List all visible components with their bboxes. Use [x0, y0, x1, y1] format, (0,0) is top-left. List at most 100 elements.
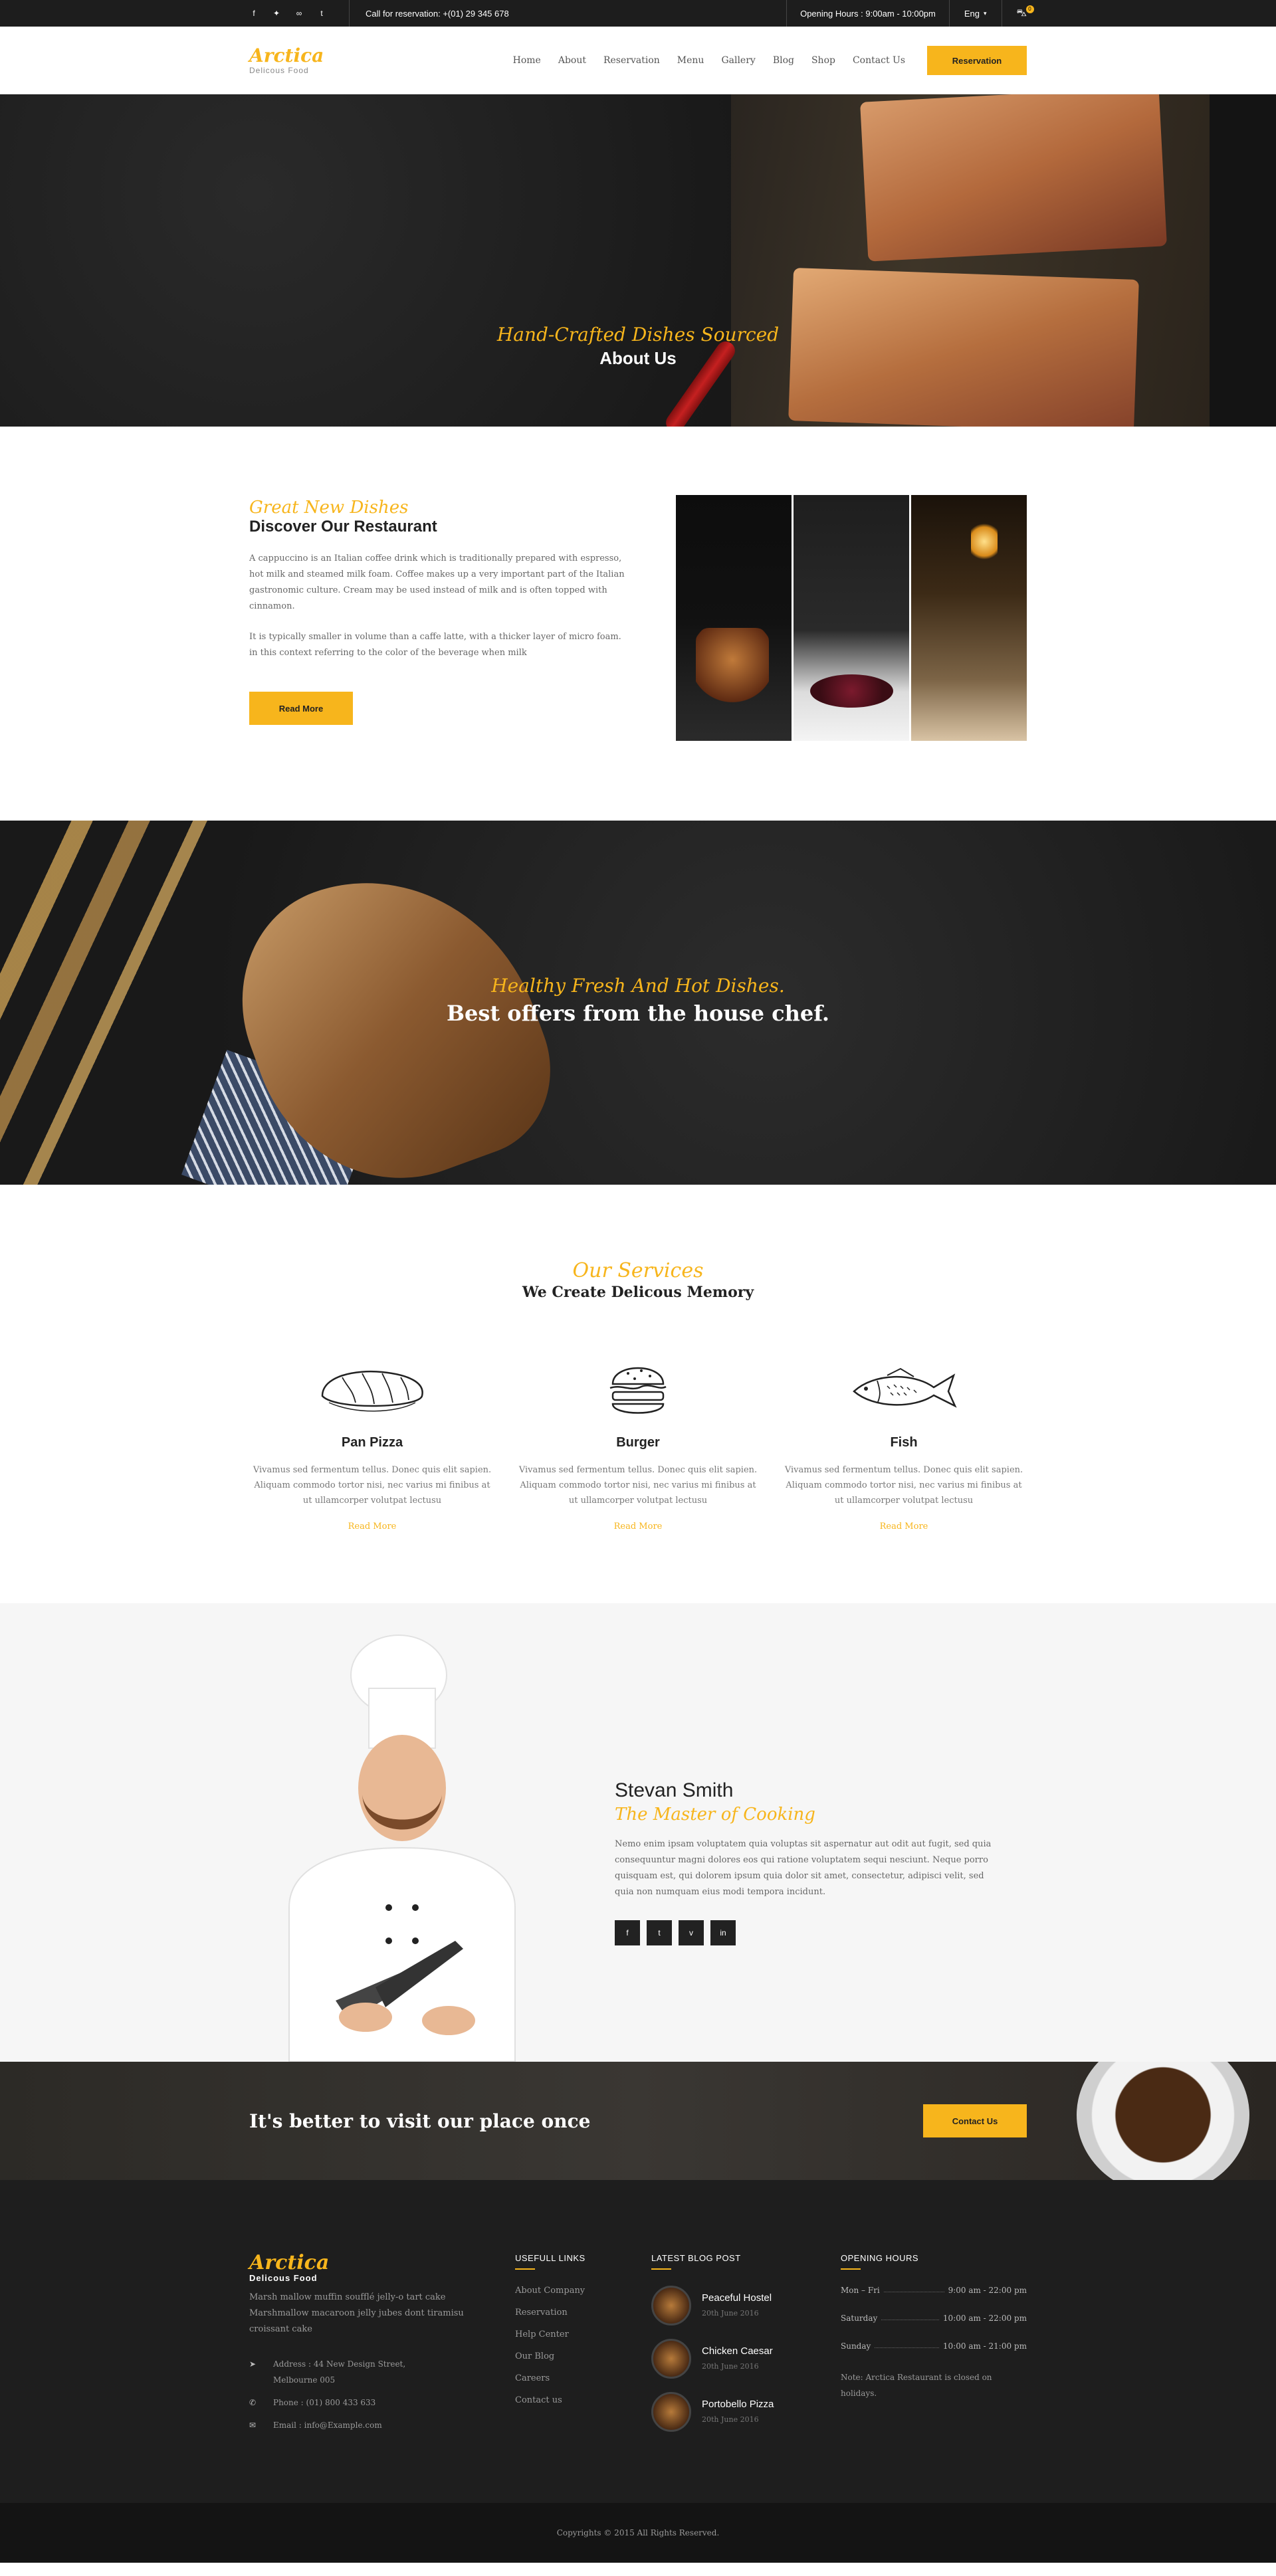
about-gallery	[676, 495, 1027, 741]
chef-photo	[288, 1635, 516, 2062]
footer-link[interactable]: Careers	[515, 2373, 651, 2383]
nav-blog[interactable]: Blog	[764, 55, 803, 66]
facebook-icon[interactable]: f	[615, 1920, 640, 1945]
about-paragraph: It is typically smaller in volume than a…	[249, 632, 621, 658]
offers-title: Best offers from the house chef.	[446, 1001, 830, 1026]
footer-contact: ➤ Address : 44 New Design Street, Melbour…	[249, 2356, 515, 2433]
hours-row: Mon – Fri 9:00 am - 22:00 pm	[841, 2286, 1027, 2295]
top-social-links: f ✦ ∞ t	[249, 0, 350, 27]
hours-day: Mon – Fri	[841, 2286, 880, 2295]
hours-day: Sunday	[841, 2341, 871, 2351]
nav-reservation[interactable]: Reservation	[595, 55, 669, 66]
footer-link[interactable]: Reservation	[515, 2308, 651, 2318]
post-title: Chicken Caesar	[702, 2345, 773, 2357]
cart-count-badge: 0	[1025, 5, 1034, 13]
service-text: Vivamus sed fermentum tellus. Donec quis…	[518, 1465, 758, 1506]
blog-post-item[interactable]: Portobello Pizza 20th June 2016	[651, 2392, 841, 2432]
main-nav: Home About Reservation Menu Gallery Blog…	[504, 46, 1027, 75]
coffee-cup-image	[1077, 2062, 1249, 2180]
offers-subtitle: Healthy Fresh And Hot Dishes.	[491, 975, 785, 997]
footer-logo-tagline: Delicous Food	[249, 2273, 318, 2283]
read-more-button[interactable]: Read More	[249, 692, 353, 725]
about-title: Discover Our Restaurant	[249, 518, 437, 536]
hero-banner: Hand-Crafted Dishes Sourced About Us	[0, 94, 1276, 427]
offers-banner: Healthy Fresh And Hot Dishes. Best offer…	[0, 821, 1276, 1185]
twitter-icon[interactable]: t	[647, 1920, 672, 1945]
post-thumbnail	[651, 2339, 691, 2379]
hours-heading: OPENING HOURS	[841, 2253, 1027, 2270]
visit-banner: It's better to visit our place once Cont…	[0, 2062, 1276, 2180]
opening-hours: Opening Hours : 9:00am - 10:00pm	[786, 0, 950, 27]
post-date: 20th June 2016	[702, 2309, 759, 2318]
site-header: Arctica Delicous Food Home About Reserva…	[0, 27, 1276, 94]
page-title: About Us	[599, 348, 677, 368]
service-read-more-link[interactable]: Read More	[348, 1522, 397, 1532]
vimeo-icon[interactable]: v	[679, 1920, 704, 1945]
post-title: Portobello Pizza	[702, 2399, 774, 2410]
chevron-down-icon: ▾	[984, 9, 987, 17]
service-read-more-link[interactable]: Read More	[880, 1522, 928, 1532]
nav-about[interactable]: About	[550, 55, 595, 66]
post-date: 20th June 2016	[702, 2362, 759, 2371]
links-heading: USEFULL LINKS	[515, 2253, 651, 2270]
about-subtitle: Great New Dishes	[249, 498, 409, 518]
chef-social-links: f t v in	[615, 1920, 1000, 1945]
post-thumbnail	[651, 2392, 691, 2432]
hours-day: Saturday	[841, 2314, 878, 2323]
copyright: Copyrights © 2015 All Rights Reserved.	[0, 2503, 1276, 2563]
service-card: Burger Vivamus sed fermentum tellus. Don…	[515, 1353, 761, 1532]
footer-email[interactable]: Email : info@Example.com	[273, 2417, 382, 2433]
hero-subtitle: Hand-Crafted Dishes Sourced	[496, 324, 780, 346]
footer-link[interactable]: Help Center	[515, 2329, 651, 2339]
facebook-icon[interactable]: f	[249, 9, 259, 18]
cart-button[interactable]: ⛍ 0	[1002, 0, 1034, 27]
twitter-icon[interactable]: ✦	[272, 9, 281, 18]
service-read-more-link[interactable]: Read More	[614, 1522, 663, 1532]
service-title: Burger	[616, 1435, 660, 1450]
service-card: Pan Pizza Vivamus sed fermentum tellus. …	[249, 1353, 495, 1532]
hours-time: 9:00 am - 22:00 pm	[948, 2286, 1027, 2295]
service-title: Pan Pizza	[341, 1435, 403, 1450]
service-text: Vivamus sed fermentum tellus. Donec quis…	[253, 1465, 492, 1506]
mail-icon: ✉	[249, 2421, 257, 2430]
tripadvisor-icon[interactable]: ∞	[294, 9, 304, 18]
tumblr-icon[interactable]: t	[317, 9, 326, 18]
nav-contact[interactable]: Contact Us	[844, 55, 914, 66]
footer-link[interactable]: About Company	[515, 2286, 651, 2296]
language-select[interactable]: Eng ▾	[950, 0, 1002, 27]
hours-row: Saturday 10:00 am - 22:00 pm	[841, 2314, 1027, 2323]
chef-section: Stevan Smith The Master of Cooking Nemo …	[0, 1603, 1276, 2062]
logo-tagline: Delicous Food	[249, 66, 309, 75]
contact-us-button[interactable]: Contact Us	[923, 2104, 1027, 2137]
reservation-button[interactable]: Reservation	[927, 46, 1027, 75]
about-paragraph: A cappuccino is an Italian coffee drink …	[249, 553, 625, 611]
about-section: Great New Dishes Discover Our Restaurant…	[0, 427, 1276, 821]
site-footer: Arctica Delicous Food Marsh mallow muffi…	[0, 2180, 1276, 2503]
top-bar: f ✦ ∞ t Call for reservation: +(01) 29 3…	[0, 0, 1276, 27]
language-label: Eng	[964, 8, 980, 19]
footer-phone: Phone : (01) 800 433 633	[273, 2398, 376, 2407]
hours-time: 10:00 am - 22:00 pm	[942, 2314, 1027, 2323]
chef-name: Stevan Smith	[615, 1779, 734, 1801]
linkedin-icon[interactable]: in	[710, 1920, 736, 1945]
nav-menu[interactable]: Menu	[669, 55, 713, 66]
footer-link[interactable]: Our Blog	[515, 2351, 651, 2361]
chef-bio: Nemo enim ipsam voluptatem quia voluptas…	[615, 1839, 992, 1897]
footer-logo-brand: Arctica	[249, 2251, 330, 2274]
footer-link[interactable]: Contact us	[515, 2395, 651, 2405]
visit-title: It's better to visit our place once	[249, 2110, 591, 2132]
logo[interactable]: Arctica Delicous Food	[249, 45, 504, 76]
service-title: Fish	[890, 1435, 918, 1450]
nav-home[interactable]: Home	[504, 55, 550, 66]
location-icon: ➤	[249, 2359, 257, 2369]
honey-dessert-image	[676, 495, 792, 741]
services-section: Our Services We Create Delicous Memory P…	[0, 1185, 1276, 1603]
sandwich-image	[860, 94, 1167, 262]
nav-gallery[interactable]: Gallery	[712, 55, 764, 66]
blog-post-item[interactable]: Chicken Caesar 20th June 2016	[651, 2339, 841, 2379]
blog-post-item[interactable]: Peaceful Hostel 20th June 2016	[651, 2286, 841, 2326]
logo-brand: Arctica	[249, 45, 324, 66]
hours-row: Sunday 10:00 am - 21:00 pm	[841, 2341, 1027, 2351]
cart-icon: ⛍	[1016, 7, 1027, 19]
nav-shop[interactable]: Shop	[803, 55, 844, 66]
